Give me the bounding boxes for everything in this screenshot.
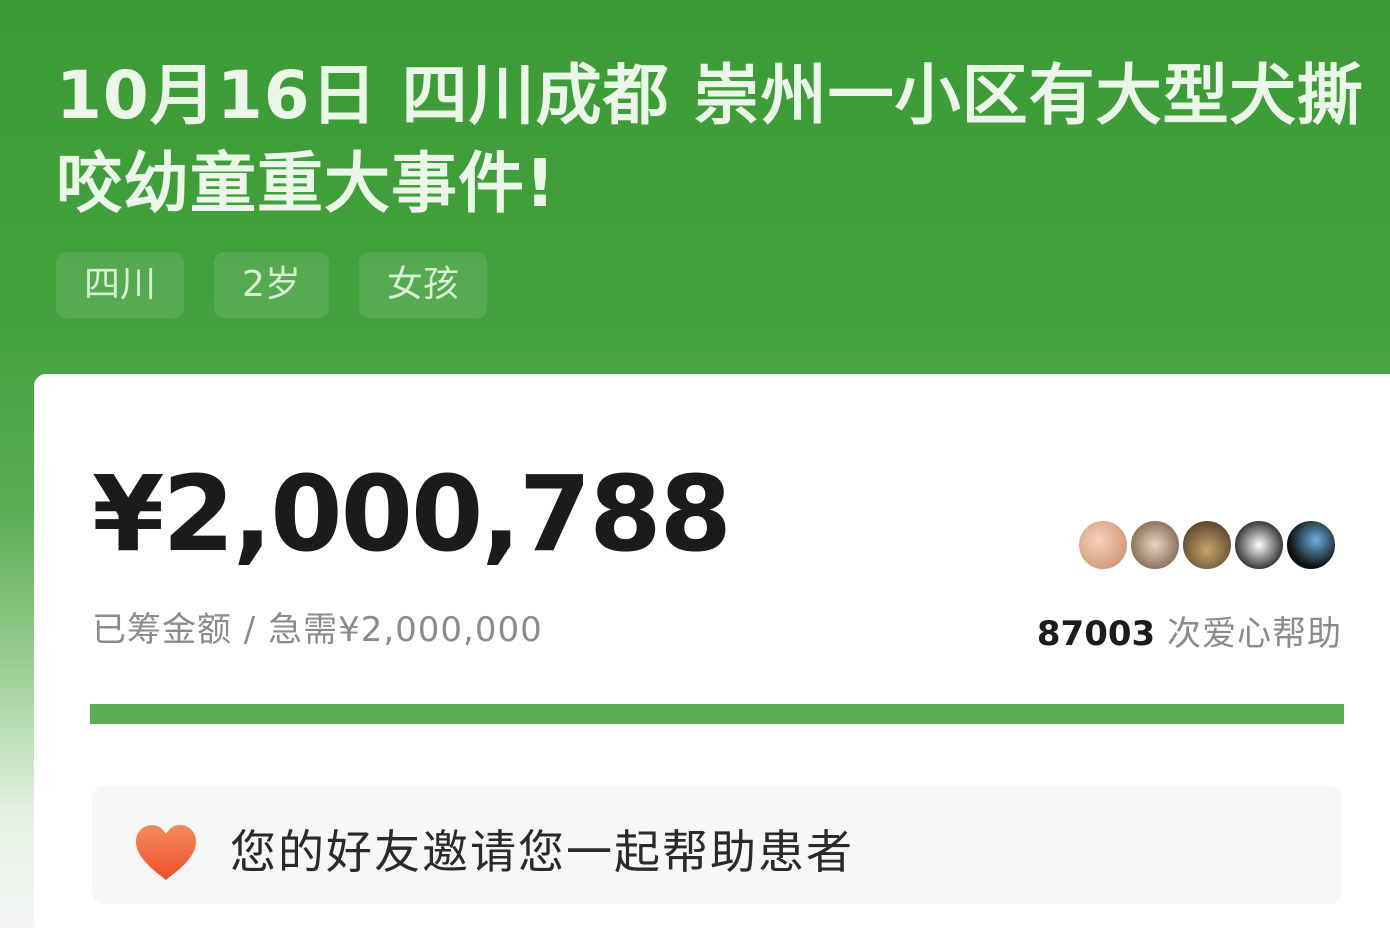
invite-banner[interactable]: 您的好友邀请您一起帮助患者	[92, 786, 1342, 904]
avatar	[1284, 518, 1338, 572]
avatar	[1232, 518, 1286, 572]
tag-gender: 女孩	[358, 252, 487, 318]
goal-subtitle: 已筹金额 / 急需¥2,000,000	[92, 610, 543, 650]
avatar	[1076, 518, 1130, 572]
helper-count-number: 87003	[1036, 614, 1156, 654]
avatar	[1180, 518, 1234, 572]
tag-location: 四川	[56, 252, 185, 318]
avatar	[1128, 518, 1182, 572]
amount-raised: ¥2,000,788	[92, 453, 732, 575]
tag-list: 四川 2岁 女孩	[56, 252, 487, 318]
progress-fill	[90, 704, 1344, 724]
heart-icon	[136, 825, 196, 880]
page-title: 10月16日 四川成都 崇州一小区有大型犬撕咬幼童重大事件!	[56, 57, 1364, 222]
fundraising-page: 10月16日 四川成都 崇州一小区有大型犬撕咬幼童重大事件! 四川 2岁 女孩 …	[0, 0, 1390, 928]
donor-avatars[interactable]	[1076, 518, 1338, 572]
invite-text: 您的好友邀请您一起帮助患者	[230, 825, 854, 879]
helper-count-label: 次爱心帮助	[1155, 614, 1342, 654]
progress-bar	[90, 704, 1344, 724]
helper-count: 87003 次爱心帮助	[1037, 606, 1342, 655]
fundraising-card: ¥2,000,788 已筹金额 / 急需¥2,000,000 87003 次爱心…	[34, 374, 1390, 928]
tag-age: 2岁	[214, 252, 329, 318]
